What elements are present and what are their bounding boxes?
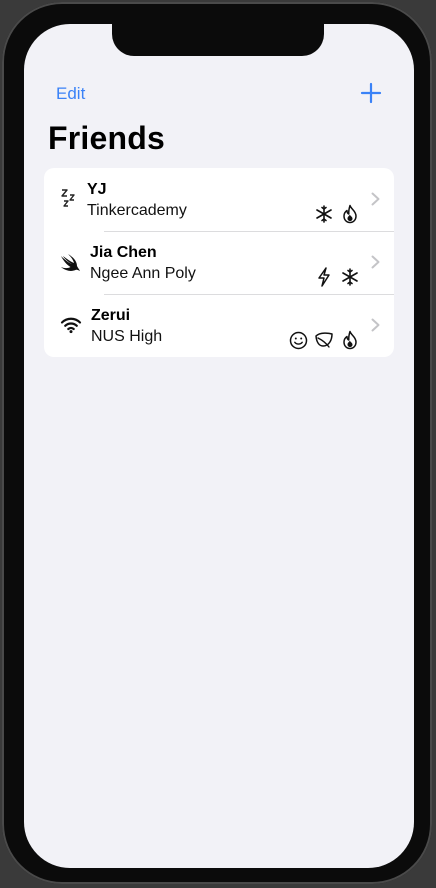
- sleep-zzz-icon: [58, 187, 80, 209]
- chevron-right-icon: [371, 192, 380, 206]
- badge-group: [314, 267, 360, 287]
- list-item[interactable]: Zerui NUS High: [44, 294, 394, 357]
- leaf-icon: [314, 330, 334, 350]
- smiley-icon: [288, 330, 308, 350]
- bolt-icon: [314, 267, 334, 287]
- list-item[interactable]: YJ Tinkercademy: [44, 168, 394, 231]
- screen: Edit Friends YJ Tinkercademy Jia Chen Ng…: [24, 24, 414, 868]
- wifi-icon: [60, 314, 82, 336]
- swift-logo-icon: [60, 252, 82, 274]
- snowflake-icon: [314, 204, 334, 224]
- friend-school: NUS High: [91, 328, 163, 345]
- friends-list: YJ Tinkercademy Jia Chen Ngee Ann Poly Z…: [44, 168, 394, 357]
- plus-icon[interactable]: [360, 82, 382, 104]
- list-item[interactable]: Jia Chen Ngee Ann Poly: [44, 231, 394, 294]
- chevron-right-icon: [371, 255, 380, 269]
- friend-name: Zerui: [91, 307, 131, 324]
- snowflake-icon: [340, 267, 360, 287]
- badge-group: [288, 330, 360, 350]
- navigation-bar: Edit: [24, 82, 414, 112]
- badge-group: [314, 204, 360, 224]
- friend-name: Jia Chen: [90, 244, 157, 261]
- device-frame: Edit Friends YJ Tinkercademy Jia Chen Ng…: [2, 2, 432, 884]
- friend-school: Ngee Ann Poly: [90, 265, 196, 282]
- chevron-right-icon: [371, 318, 380, 332]
- friend-name: YJ: [87, 181, 107, 198]
- friend-school: Tinkercademy: [87, 202, 187, 219]
- page-title: Friends: [48, 120, 165, 156]
- edit-button[interactable]: Edit: [56, 84, 85, 104]
- flame-icon: [340, 330, 360, 350]
- notch: [112, 24, 324, 56]
- flame-icon: [340, 204, 360, 224]
